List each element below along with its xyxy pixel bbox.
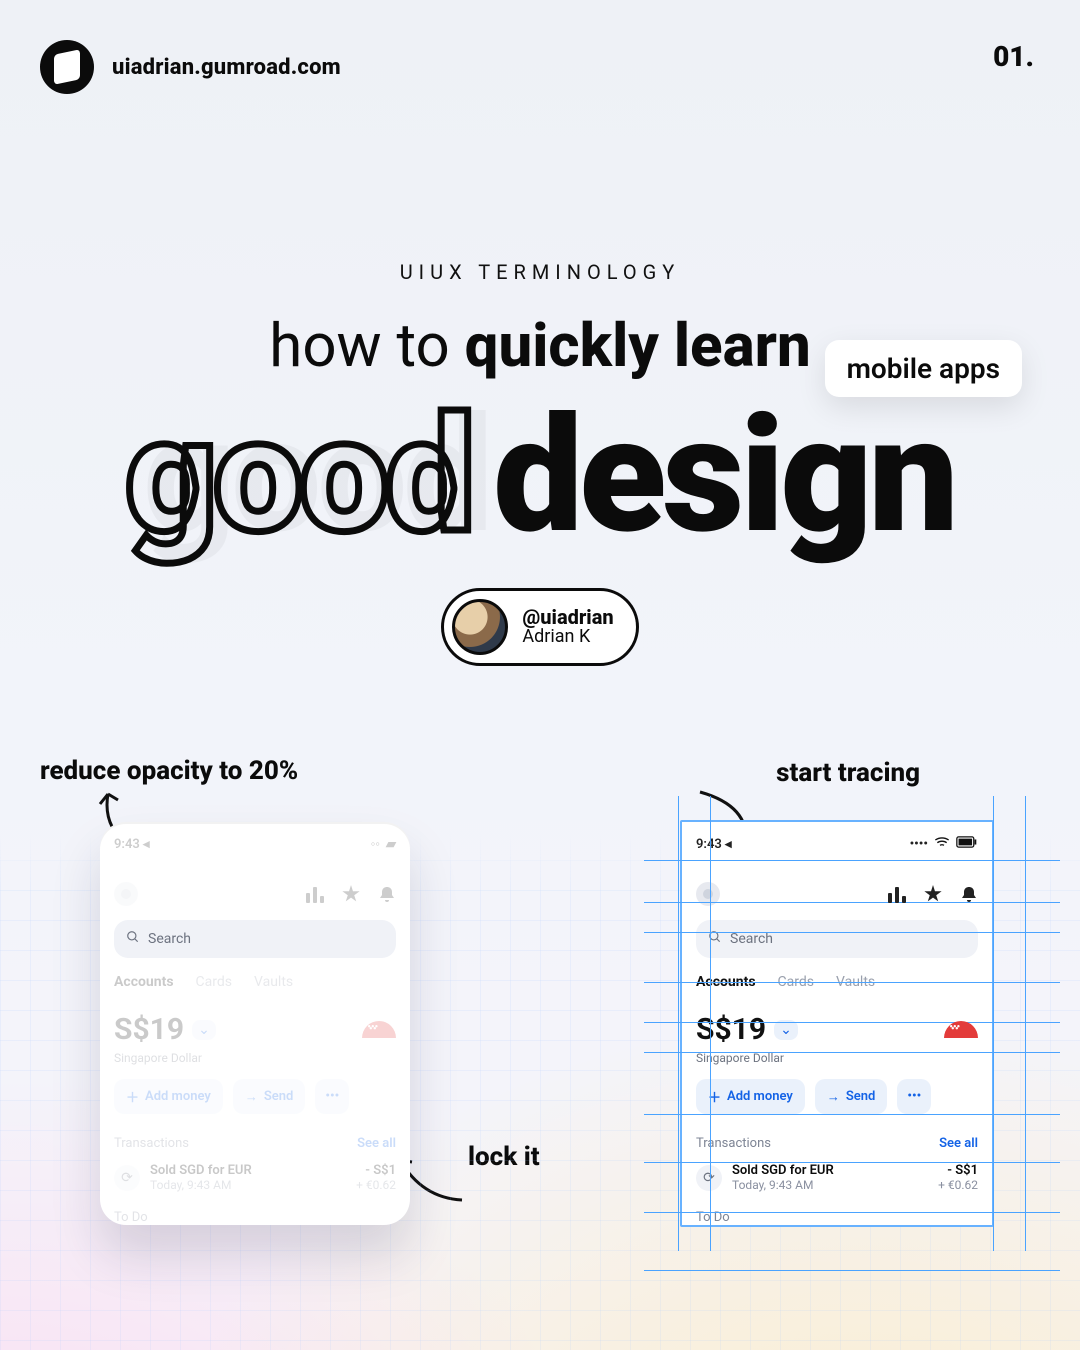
camera-icon bbox=[114, 882, 138, 906]
add-money-button[interactable]: ＋Add money bbox=[114, 1079, 223, 1114]
author-handle: @uiadrian bbox=[522, 607, 613, 628]
chart-icon[interactable] bbox=[888, 885, 906, 903]
tab-accounts[interactable]: Accounts bbox=[114, 974, 174, 990]
tx-amount-1: - S$1 bbox=[356, 1163, 396, 1178]
bell-icon[interactable] bbox=[378, 885, 396, 903]
site-url[interactable]: uiadrian.gumroad.com bbox=[112, 55, 341, 80]
status-time: 9:43 ◂ bbox=[114, 837, 150, 852]
tx-title: Sold SGD for EUR bbox=[732, 1163, 928, 1178]
status-time: 9:43 ◂ bbox=[696, 837, 732, 852]
tab-vaults[interactable]: Vaults bbox=[254, 974, 293, 990]
add-money-button[interactable]: ＋Add money bbox=[696, 1079, 805, 1114]
balance: S$19 bbox=[696, 1012, 766, 1047]
tab-cards[interactable]: Cards bbox=[196, 974, 232, 990]
tx-subtitle: Today, 9:43 AM bbox=[732, 1178, 928, 1192]
search-icon bbox=[708, 930, 722, 948]
battery-icon bbox=[956, 836, 978, 852]
tx-amount-2: + €0.62 bbox=[356, 1178, 396, 1192]
flag-icon bbox=[362, 1021, 396, 1038]
status-bar: 9:43 ◂ •••• bbox=[696, 836, 978, 852]
author-pill[interactable]: @uiadrian Adrian K bbox=[441, 588, 638, 666]
chevron-down-icon[interactable]: ⌄ bbox=[774, 1020, 798, 1040]
author-name: Adrian K bbox=[522, 628, 613, 647]
todo-label: To Do bbox=[696, 1210, 978, 1225]
logo-icon bbox=[40, 40, 94, 94]
star-icon[interactable] bbox=[342, 885, 360, 903]
annotation-opacity: reduce opacity to 20% bbox=[40, 756, 298, 786]
status-bar: 9:43 ◂ ◦◦▰ bbox=[114, 836, 396, 852]
tabs: Accounts Cards Vaults bbox=[696, 974, 978, 990]
see-all-link[interactable]: See all bbox=[357, 1136, 396, 1151]
transaction-row[interactable]: ⟳ Sold SGD for EUR Today, 9:43 AM - S$1 … bbox=[696, 1163, 978, 1192]
plus-icon: ＋ bbox=[708, 1087, 721, 1106]
tab-vaults[interactable]: Vaults bbox=[836, 974, 875, 990]
tx-amount-1: - S$1 bbox=[938, 1163, 978, 1178]
headline-pre: how to bbox=[269, 310, 464, 381]
cellular-icon: •••• bbox=[910, 837, 928, 852]
arrow-right-icon: → bbox=[245, 1089, 258, 1105]
todo-label: To Do bbox=[114, 1210, 396, 1225]
mockup-left: 9:43 ◂ ◦◦▰ Search Accounts Cards Vaults … bbox=[100, 822, 410, 1225]
transactions-label: Transactions bbox=[114, 1136, 189, 1151]
search-placeholder: Search bbox=[730, 931, 773, 947]
currency-label: Singapore Dollar bbox=[696, 1051, 978, 1065]
mockup-right: 9:43 ◂ •••• Search Accounts Cards Vaults… bbox=[682, 822, 992, 1225]
page-number: 01. bbox=[993, 40, 1034, 73]
tab-accounts[interactable]: Accounts bbox=[696, 974, 756, 990]
currency-label: Singapore Dollar bbox=[114, 1051, 396, 1065]
headline-solid: design bbox=[493, 383, 955, 570]
more-button[interactable]: ••• bbox=[315, 1079, 349, 1114]
tag-chip: mobile apps bbox=[825, 340, 1022, 397]
eyebrow: UIUX TERMINOLOGY bbox=[0, 260, 1080, 284]
camera-icon bbox=[696, 882, 720, 906]
search-placeholder: Search bbox=[148, 931, 191, 947]
tx-amount-2: + €0.62 bbox=[938, 1178, 978, 1192]
send-button[interactable]: →Send bbox=[815, 1079, 888, 1114]
bell-icon[interactable] bbox=[960, 885, 978, 903]
tx-subtitle: Today, 9:43 AM bbox=[150, 1178, 346, 1192]
headline-big: gooddesign bbox=[0, 403, 1080, 550]
chart-icon[interactable] bbox=[306, 885, 324, 903]
tab-cards[interactable]: Cards bbox=[778, 974, 814, 990]
balance: S$19 bbox=[114, 1012, 184, 1047]
search-input[interactable]: Search bbox=[114, 920, 396, 958]
transaction-row[interactable]: ⟳ Sold SGD for EUR Today, 9:43 AM - S$1 … bbox=[114, 1163, 396, 1192]
exchange-icon: ⟳ bbox=[114, 1165, 140, 1191]
search-input[interactable]: Search bbox=[696, 920, 978, 958]
chevron-down-icon[interactable]: ⌄ bbox=[192, 1020, 216, 1040]
annotation-trace: start tracing bbox=[776, 758, 920, 788]
headline-outline: good bbox=[125, 383, 471, 570]
tx-title: Sold SGD for EUR bbox=[150, 1163, 346, 1178]
star-icon[interactable] bbox=[924, 885, 942, 903]
send-button[interactable]: →Send bbox=[233, 1079, 306, 1114]
more-button[interactable]: ••• bbox=[897, 1079, 931, 1114]
wifi-icon bbox=[934, 836, 950, 852]
headline-bold: quickly learn bbox=[465, 310, 811, 381]
plus-icon: ＋ bbox=[126, 1087, 139, 1106]
title-block: UIUX TERMINOLOGY how to quickly learn go… bbox=[0, 260, 1080, 666]
header: uiadrian.gumroad.com bbox=[40, 40, 341, 94]
avatar bbox=[452, 599, 508, 655]
search-icon bbox=[126, 930, 140, 948]
wifi-icon: ◦◦ bbox=[371, 836, 380, 852]
arrow-right-icon: → bbox=[827, 1089, 840, 1105]
transactions-label: Transactions bbox=[696, 1136, 771, 1151]
see-all-link[interactable]: See all bbox=[939, 1136, 978, 1151]
exchange-icon: ⟳ bbox=[696, 1165, 722, 1191]
flag-icon bbox=[944, 1021, 978, 1038]
tabs: Accounts Cards Vaults bbox=[114, 974, 396, 990]
